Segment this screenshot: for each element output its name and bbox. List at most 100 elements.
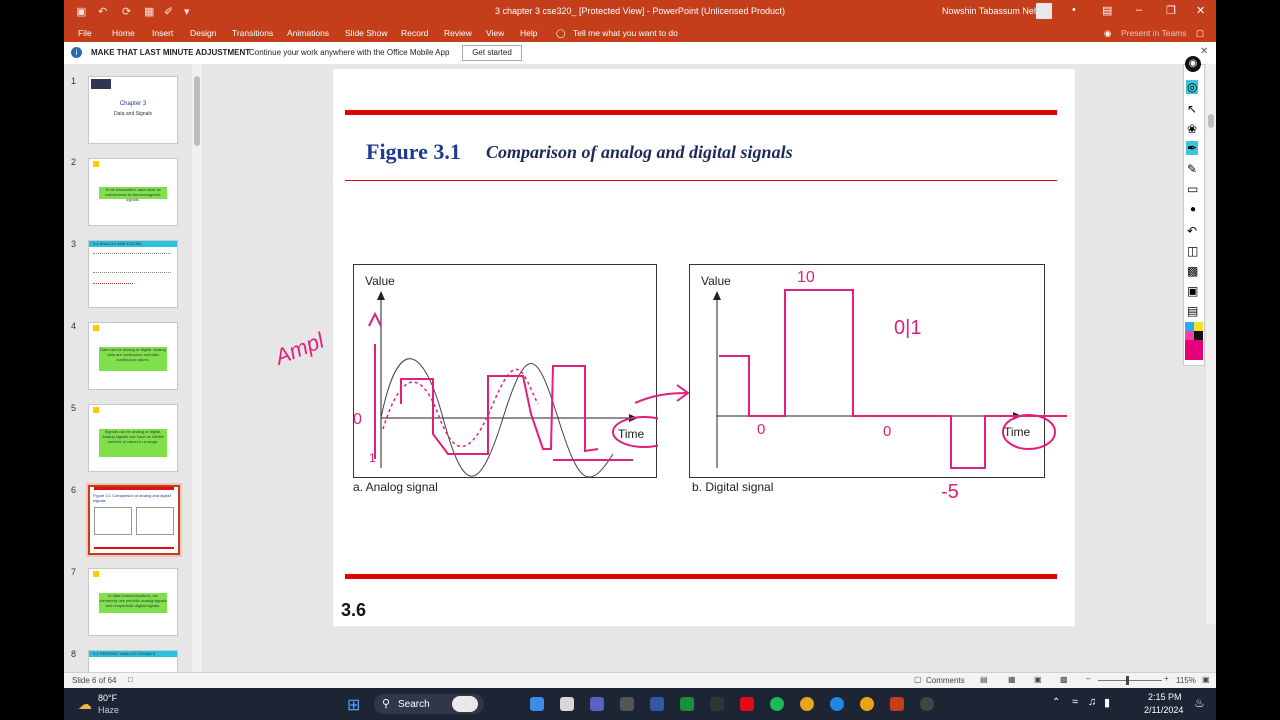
minimize-icon[interactable]: –	[1136, 4, 1142, 16]
tell-me-box[interactable]: Tell me what you want to do	[573, 28, 678, 38]
tab-file[interactable]: File	[78, 28, 92, 38]
volume-icon[interactable]: ♫	[1088, 696, 1096, 708]
notification-icon[interactable]: ♨	[1194, 696, 1205, 710]
dot-icon[interactable]: ●	[1190, 204, 1196, 215]
thumbnail-slide-8[interactable]: 3-2 PERIODIC ANALOG SIGNALS	[88, 650, 178, 674]
spotify-icon[interactable]	[770, 697, 784, 711]
chrome-icon[interactable]	[800, 697, 814, 711]
lightbulb-icon[interactable]: ◉	[1185, 56, 1201, 72]
eye-icon[interactable]: ◎	[1186, 80, 1199, 94]
tab-view[interactable]: View	[486, 28, 504, 38]
color-palette[interactable]	[1185, 322, 1203, 362]
thumbnail-slide-1[interactable]: Chapter 3 Data and Signals	[88, 76, 178, 144]
monitor-icon[interactable]: ▩	[1187, 264, 1198, 278]
thumbnail-slide-5[interactable]: Signals can be analog or digital. Analog…	[88, 404, 178, 472]
user-name[interactable]: Nowshin Tabassum Neha	[942, 6, 1044, 16]
thumb-note: To be transmitted, data must be transfor…	[99, 187, 167, 202]
slide-sorter-icon[interactable]: ▦	[1008, 675, 1016, 684]
info-message: Continue your work anywhere with the Off…	[249, 48, 450, 57]
zoom-slider[interactable]	[1098, 680, 1162, 681]
get-started-button[interactable]: Get started	[462, 45, 522, 61]
taskview-icon[interactable]	[560, 697, 574, 711]
swatch-yellow[interactable]	[1194, 322, 1203, 331]
copilot-icon[interactable]	[530, 697, 544, 711]
spotlight-icon[interactable]: ❀	[1187, 122, 1197, 136]
highlighter-icon[interactable]: ✒	[1186, 141, 1199, 155]
clock-date[interactable]: 2/11/2024	[1144, 705, 1183, 715]
thumbnail-slide-3[interactable]: 3-1 ANALOG AND DIGITAL	[88, 240, 178, 308]
tab-animations[interactable]: Animations	[287, 28, 329, 38]
cursor-icon[interactable]: ↖	[1187, 102, 1197, 116]
zoom-slider-thumb[interactable]	[1126, 676, 1129, 685]
teams-icon[interactable]	[590, 697, 604, 711]
ribbon-display-icon[interactable]: ▤	[1102, 4, 1112, 17]
dot-icon[interactable]: •	[1072, 4, 1076, 16]
swatch-pink[interactable]	[1185, 331, 1194, 340]
app-icon[interactable]	[710, 697, 724, 711]
avatar[interactable]	[1036, 3, 1052, 19]
tray-chevron-icon[interactable]: ⌃	[1052, 697, 1060, 708]
restore-icon[interactable]: ❐	[1166, 4, 1176, 17]
swatch-black[interactable]	[1194, 331, 1203, 340]
wifi-icon[interactable]: ≈	[1072, 696, 1078, 708]
weather-icon[interactable]: ☁	[78, 696, 92, 713]
tab-help[interactable]: Help	[520, 28, 537, 38]
analog-signal-figure: Value Time 0 1	[353, 264, 658, 478]
undo-icon[interactable]: ↶	[1187, 224, 1197, 238]
comments-icon[interactable]: ▢	[914, 675, 922, 684]
settings-icon[interactable]	[620, 697, 634, 711]
swatch-selected[interactable]	[1185, 340, 1203, 360]
tab-review[interactable]: Review	[444, 28, 472, 38]
tab-slide-show[interactable]: Slide Show	[345, 28, 388, 38]
thumb-body	[93, 253, 171, 273]
accessibility-icon[interactable]: □	[128, 675, 133, 684]
document-icon[interactable]: ▤	[1187, 304, 1198, 318]
start-icon[interactable]: ⊞	[347, 695, 360, 715]
clock-time[interactable]: 2:15 PM	[1148, 692, 1182, 702]
comment-icon[interactable]: ▢	[1196, 28, 1204, 39]
weather-desc[interactable]: Haze	[98, 705, 119, 715]
chrome-profile-icon[interactable]	[860, 697, 874, 711]
swatch-blue[interactable]	[1185, 322, 1194, 331]
powerpoint-icon[interactable]	[890, 697, 904, 711]
tab-home[interactable]: Home	[112, 28, 135, 38]
slide-6[interactable]: Figure 3.1 Comparison of analog and digi…	[273, 69, 1075, 626]
weather-temp[interactable]: 80°F	[98, 693, 117, 703]
pen-icon[interactable]: ✎	[1187, 162, 1197, 176]
tab-design[interactable]: Design	[190, 28, 216, 38]
thumbnail-slide-2[interactable]: To be transmitted, data must be transfor…	[88, 158, 178, 226]
slide-scrollbar[interactable]	[1206, 64, 1216, 624]
tab-insert[interactable]: Insert	[152, 28, 173, 38]
zoom-out-icon[interactable]: –	[1086, 674, 1090, 683]
zoom-level[interactable]: 115%	[1176, 676, 1196, 685]
vpn-icon[interactable]	[650, 697, 664, 711]
search-box[interactable]: ⚲ Search	[374, 694, 484, 714]
close-icon[interactable]: ✕	[1196, 4, 1205, 17]
tab-record[interactable]: Record	[401, 28, 428, 38]
thumbnail-slide-7[interactable]: In data communications, we commonly use …	[88, 568, 178, 636]
openai-icon[interactable]	[920, 697, 934, 711]
slideshow-icon[interactable]: ▩	[1060, 675, 1068, 684]
scroll-thumb[interactable]	[1208, 114, 1214, 128]
thumbnail-slide-4[interactable]: Data can be analog or digital. Analog da…	[88, 322, 178, 390]
present-in-teams[interactable]: Present in Teams	[1121, 28, 1187, 38]
zoom-in-icon[interactable]: +	[1164, 674, 1169, 683]
close-info-icon[interactable]: ✕	[1200, 46, 1208, 57]
xbox-icon[interactable]	[680, 697, 694, 711]
normal-view-icon[interactable]: ▤	[980, 675, 988, 684]
eraser-icon[interactable]: ▭	[1187, 182, 1198, 196]
netflix-icon[interactable]	[740, 697, 754, 711]
thumbnail-scrollbar[interactable]	[192, 64, 202, 672]
tab-transitions[interactable]: Transitions	[232, 28, 273, 38]
edge-icon[interactable]	[830, 697, 844, 711]
fit-slide-icon[interactable]: ▣	[1202, 675, 1210, 684]
trash-icon[interactable]: ◫	[1187, 244, 1198, 258]
battery-icon[interactable]: ▮	[1104, 696, 1110, 709]
reading-view-icon[interactable]: ▣	[1034, 675, 1042, 684]
thumb-fig-a	[94, 507, 132, 535]
scroll-thumb[interactable]	[194, 76, 200, 146]
comments-button[interactable]: Comments	[926, 676, 965, 685]
ink-toolbar: ◉ ◎ ↖ ❀ ✒ ✎ ▭ ● ↶ ◫ ▩ ▣ ▤	[1181, 56, 1205, 594]
camera-icon[interactable]: ▣	[1187, 284, 1198, 298]
thumbnail-slide-6[interactable]: Figure 3.1 Comparison of analog and digi…	[86, 483, 182, 557]
